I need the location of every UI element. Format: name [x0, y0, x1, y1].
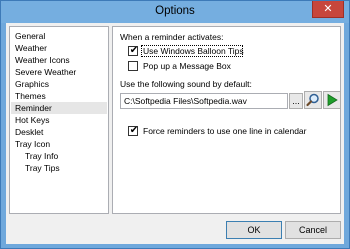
check-icon: ✔ — [129, 125, 139, 136]
nav-item-tray-tips[interactable]: Tray Tips — [11, 162, 107, 174]
nav-item-graphics[interactable]: Graphics — [11, 78, 107, 90]
play-sound-button[interactable] — [323, 91, 341, 109]
close-icon: ✕ — [323, 3, 333, 15]
reminder-settings-panel: When a reminder activates: ✔ Use Windows… — [112, 26, 341, 214]
check-icon: ✔ — [129, 45, 139, 56]
balloon-tips-checkbox[interactable]: ✔ — [128, 45, 139, 56]
title-bar[interactable]: Options ✕ — [1, 1, 349, 23]
nav-item-reminder[interactable]: Reminder — [11, 102, 107, 114]
play-icon — [327, 93, 338, 107]
nav-item-tray-icon[interactable]: Tray Icon — [11, 138, 107, 150]
balloon-tips-label[interactable]: Use Windows Balloon Tips — [143, 46, 244, 56]
cancel-button[interactable]: Cancel — [285, 221, 341, 239]
nav-item-desklet[interactable]: Desklet — [11, 126, 107, 138]
nav-item-general[interactable]: General — [11, 30, 107, 42]
nav-item-weather[interactable]: Weather — [11, 42, 107, 54]
magnifier-icon — [306, 93, 319, 107]
ok-button[interactable]: OK — [226, 221, 282, 239]
message-box-label[interactable]: Pop up a Message Box — [143, 61, 231, 71]
sound-path-input[interactable]: C:\Softpedia Files\Softpedia.wav — [120, 93, 288, 109]
options-window: Options ✕ General Weather Weather Icons … — [0, 0, 350, 249]
one-line-checkbox[interactable]: ✔ — [128, 125, 139, 136]
nav-item-hot-keys[interactable]: Hot Keys — [11, 114, 107, 126]
message-box-checkbox[interactable] — [128, 61, 138, 71]
nav-item-severe-weather[interactable]: Severe Weather — [11, 66, 107, 78]
nav-item-weather-icons[interactable]: Weather Icons — [11, 54, 107, 66]
window-title: Options — [155, 5, 195, 17]
sound-heading: Use the following sound by default: — [120, 79, 252, 89]
close-button[interactable]: ✕ — [312, 1, 344, 18]
one-line-label[interactable]: Force reminders to use one line in calen… — [143, 126, 306, 136]
category-list[interactable]: General Weather Weather Icons Severe Wea… — [9, 26, 109, 214]
search-sound-button[interactable] — [304, 91, 322, 109]
activates-heading: When a reminder activates: — [120, 32, 224, 42]
nav-item-tray-info[interactable]: Tray Info — [11, 150, 107, 162]
dialog-client-area: General Weather Weather Icons Severe Wea… — [6, 23, 344, 244]
nav-item-themes[interactable]: Themes — [11, 90, 107, 102]
browse-button[interactable]: ... — [289, 93, 303, 109]
